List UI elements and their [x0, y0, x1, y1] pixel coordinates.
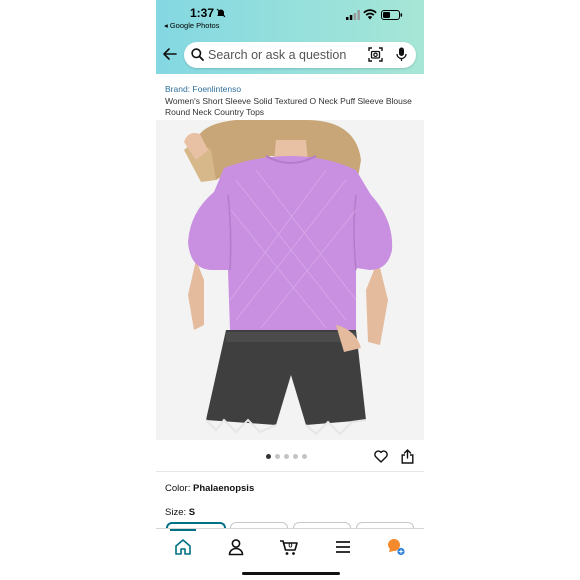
carousel-dot[interactable] — [284, 454, 289, 459]
size-selector-label: Size: S — [165, 507, 195, 518]
phone-screen: 1:37 ◂ Google Photos Search or ask a que… — [156, 0, 424, 580]
back-to-app-link[interactable]: ◂ Google Photos — [164, 21, 219, 30]
microphone-icon[interactable] — [396, 47, 407, 62]
color-value: Phalaenopsis — [192, 483, 255, 494]
app-header: 1:37 ◂ Google Photos Search or ask a que… — [156, 0, 424, 74]
carousel-dot[interactable] — [293, 454, 298, 459]
menu-icon[interactable] — [333, 537, 353, 557]
home-icon[interactable] — [173, 537, 193, 557]
search-input[interactable]: Search or ask a question — [208, 48, 346, 62]
heart-icon[interactable] — [374, 450, 388, 463]
size-label: Size: — [165, 507, 189, 518]
carousel-dot[interactable] — [302, 454, 307, 459]
cart-count: 0 — [288, 541, 292, 550]
image-carousel-dots[interactable] — [266, 454, 307, 460]
product-title: Women's Short Sleeve Solid Textured O Ne… — [165, 96, 412, 117]
rufus-icon[interactable] — [386, 537, 406, 557]
back-arrow-icon[interactable] — [162, 46, 178, 62]
account-icon[interactable] — [226, 537, 246, 557]
status-time: 1:37 — [190, 6, 215, 20]
bell-slash-icon — [216, 8, 226, 18]
carousel-dot[interactable] — [266, 454, 271, 459]
home-indicator — [242, 572, 340, 575]
wifi-icon — [363, 9, 377, 20]
product-photo — [156, 120, 424, 440]
product-image[interactable] — [156, 120, 424, 440]
search-icon — [191, 48, 204, 61]
battery-icon — [381, 10, 403, 20]
divider — [156, 471, 424, 472]
cart-icon[interactable]: 0 — [279, 537, 299, 557]
size-value: S — [188, 507, 196, 518]
carousel-dot[interactable] — [275, 454, 280, 459]
camera-scan-icon[interactable] — [368, 47, 383, 62]
share-icon[interactable] — [401, 449, 414, 464]
color-selector-label: Color: Phalaenopsis — [165, 483, 254, 494]
search-bar[interactable]: Search or ask a question — [184, 42, 416, 68]
color-label: Color: — [165, 483, 193, 494]
cellular-signal-icon — [346, 10, 360, 20]
active-tab-indicator — [170, 529, 196, 531]
brand-link[interactable]: Brand: Foenlintenso — [165, 84, 241, 94]
